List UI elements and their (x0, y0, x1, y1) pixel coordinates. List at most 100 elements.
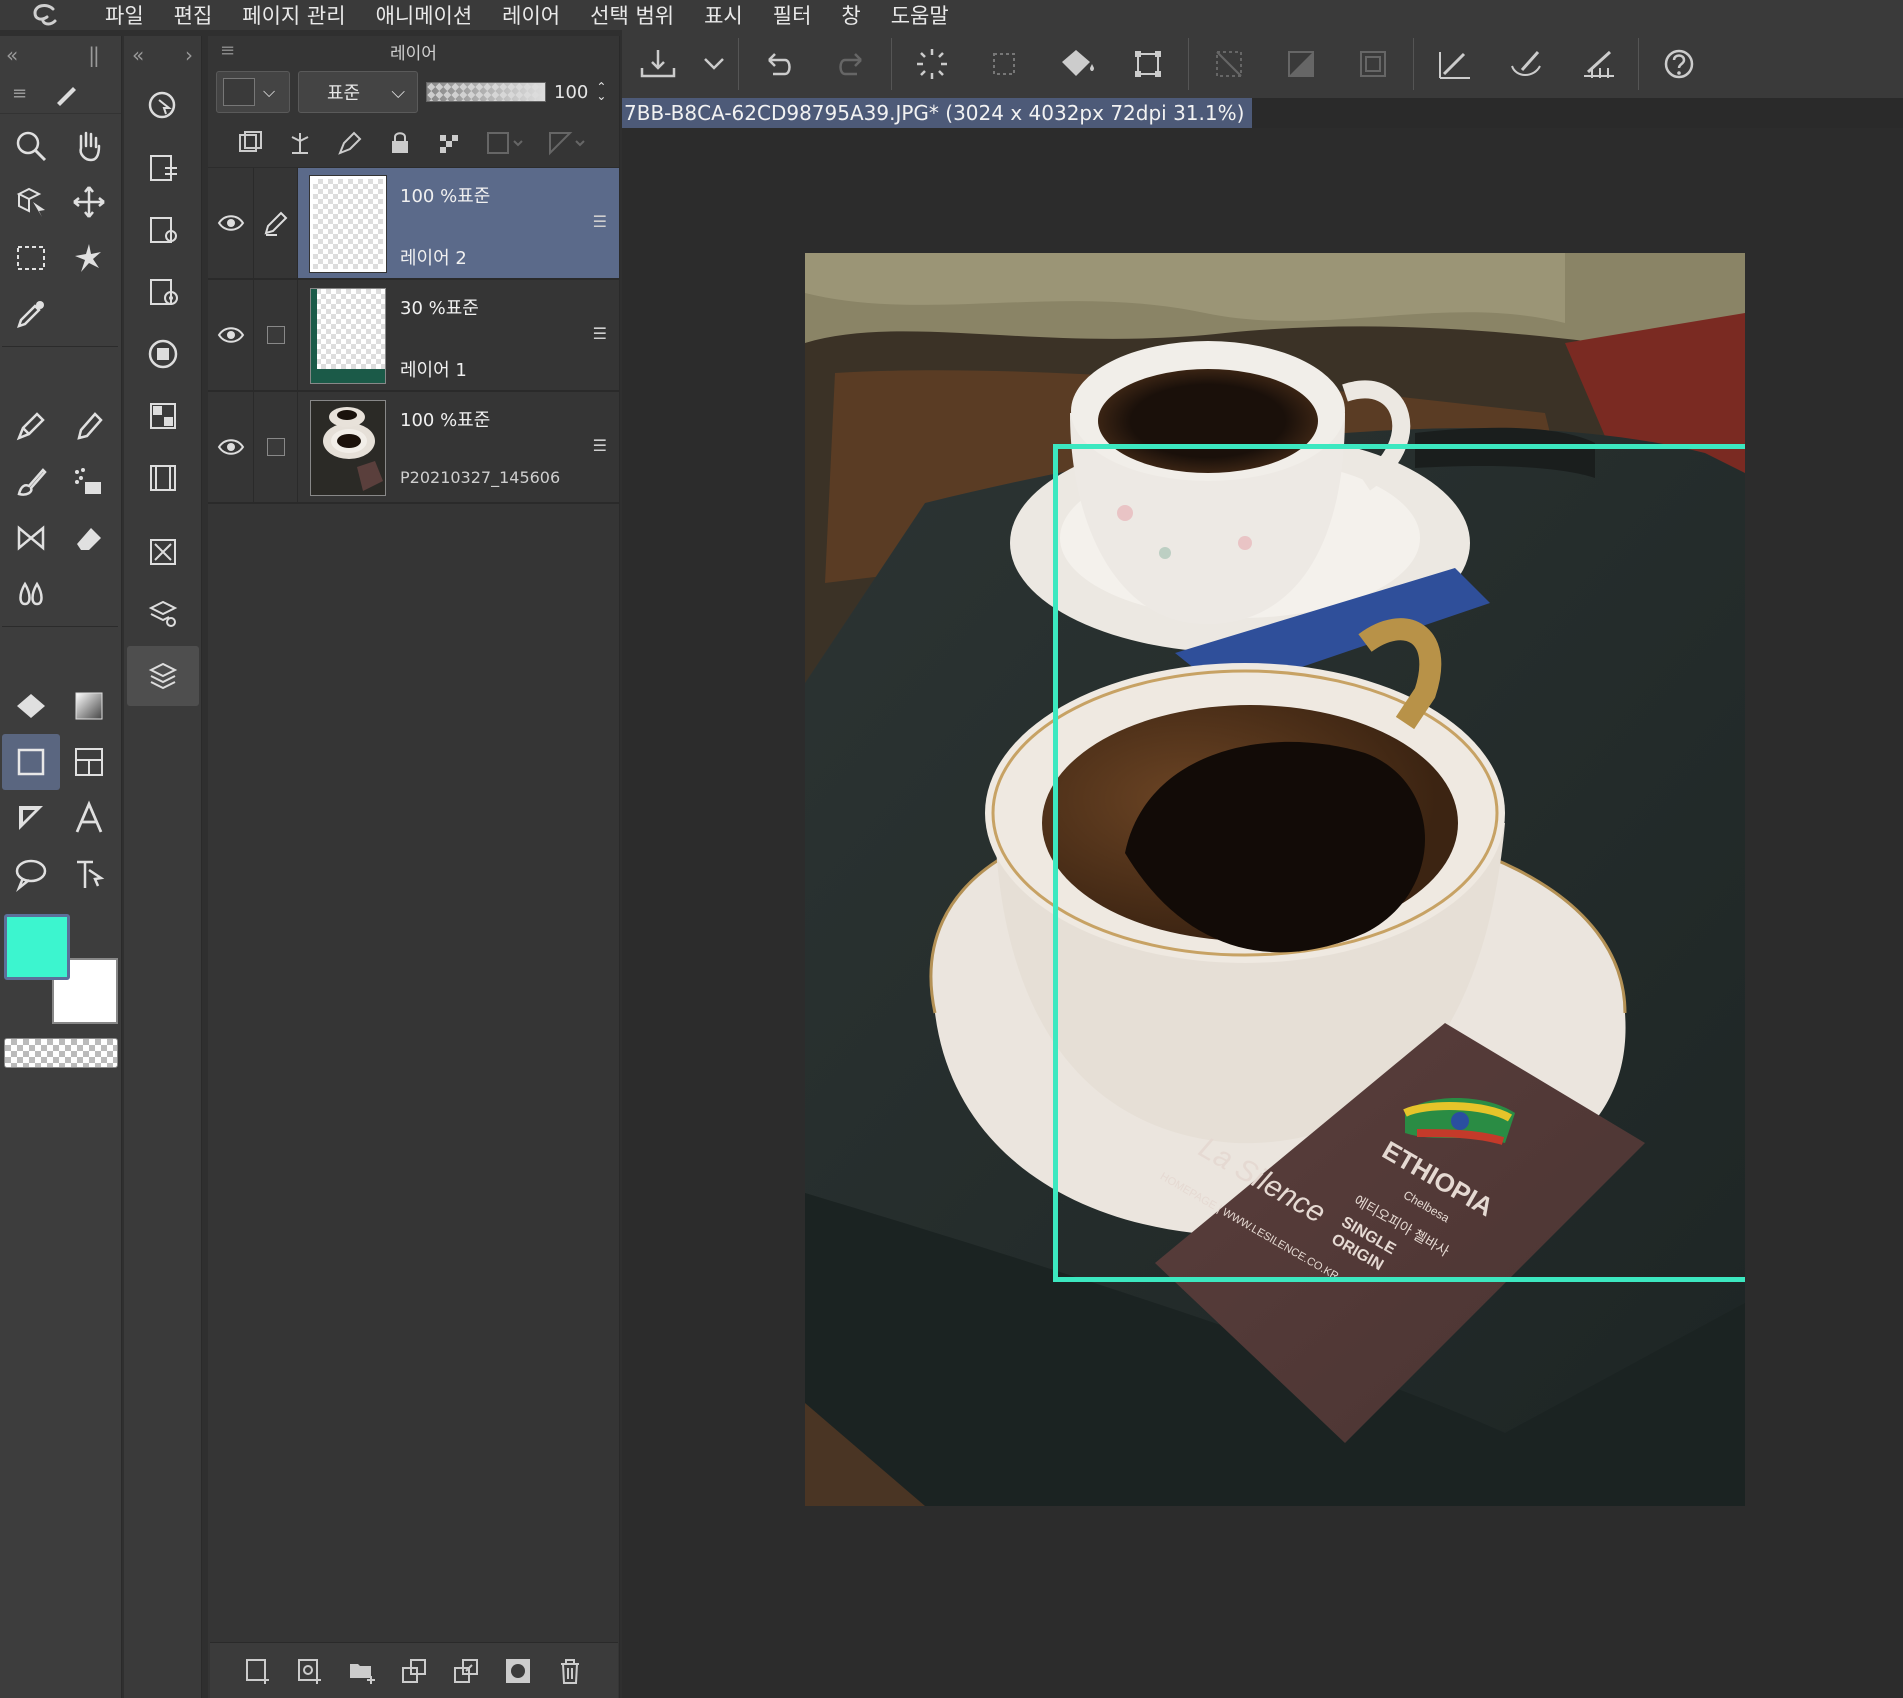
animation-timeline-icon[interactable] (127, 448, 199, 508)
pen-tool-icon[interactable] (2, 398, 60, 454)
expand-dock-icon[interactable]: › (185, 43, 193, 67)
visibility-toggle[interactable] (208, 392, 254, 502)
clear-outside-icon[interactable] (1193, 34, 1265, 94)
app-logo-icon[interactable] (0, 0, 90, 30)
ruler-tool-icon[interactable] (2, 790, 60, 846)
panel-menu-icon[interactable]: ≡ (220, 40, 235, 61)
snap-special-ruler-icon[interactable] (1490, 34, 1562, 94)
export-icon[interactable] (622, 34, 694, 94)
menu-lines-icon[interactable]: ≡ (12, 83, 27, 104)
layer-info[interactable]: 30 %표준 레이어 1 ☰ (298, 280, 619, 390)
transparent-color-swatch[interactable] (4, 1038, 118, 1068)
new-folder-icon[interactable] (347, 1656, 377, 1686)
palette-grip-icon[interactable]: || (88, 43, 100, 67)
layer-search-icon[interactable] (127, 584, 199, 644)
correct-line-tool-icon[interactable] (60, 846, 118, 902)
gradient-tool-icon[interactable] (60, 678, 118, 734)
material-icon[interactable] (127, 522, 199, 582)
deselect-icon[interactable] (968, 34, 1040, 94)
main-color-swatch[interactable] (4, 914, 70, 980)
mask-enable-icon[interactable] (486, 129, 526, 157)
delete-layer-icon[interactable] (555, 1656, 585, 1686)
layer-info[interactable]: 100 %표준 레이어 2 ☰ (298, 168, 619, 278)
new-raster-layer-icon[interactable] (243, 1656, 273, 1686)
lock-transparent-icon[interactable] (436, 129, 464, 157)
pencil-tool-icon[interactable] (60, 398, 118, 454)
opacity-value[interactable]: 100 (554, 82, 588, 103)
layer-menu-icon[interactable]: ☰ (593, 324, 607, 343)
create-mask-icon[interactable] (503, 1656, 533, 1686)
layer-menu-icon[interactable]: ☰ (593, 212, 607, 231)
menu-view[interactable]: 표시 (689, 0, 758, 30)
menu-page[interactable]: 페이지 관리 (227, 0, 360, 30)
visibility-toggle[interactable] (208, 168, 254, 278)
hand-tool-icon[interactable] (60, 118, 118, 174)
tool-property-icon[interactable] (127, 200, 199, 260)
opacity-stepper-icon[interactable]: ⌃ ⌄ (596, 81, 606, 102)
redo-icon[interactable] (815, 34, 887, 94)
visibility-toggle[interactable] (208, 280, 254, 390)
menu-filter[interactable]: 필터 (758, 0, 827, 30)
undo-icon[interactable] (743, 34, 815, 94)
layer-color-dropdown[interactable]: ⌵ (216, 71, 290, 113)
opacity-slider[interactable] (426, 82, 546, 102)
edit-target-toggle[interactable] (254, 168, 298, 278)
edit-target-toggle[interactable] (254, 392, 298, 502)
chevron-down-icon[interactable] (694, 34, 734, 94)
lock-layer-icon[interactable] (386, 129, 414, 157)
menu-edit[interactable]: 편집 (159, 0, 228, 30)
menu-window[interactable]: 창 (826, 0, 875, 30)
blend-mode-dropdown[interactable]: 표준 ⌵ (298, 71, 418, 113)
sub-view-icon[interactable] (127, 262, 199, 322)
menu-layer[interactable]: 레이어 (487, 0, 575, 30)
edit-target-toggle[interactable] (254, 280, 298, 390)
menu-help[interactable]: 도움말 (876, 0, 964, 30)
new-vector-layer-icon[interactable] (295, 1656, 325, 1686)
clip-to-layer-below-icon[interactable] (236, 129, 264, 157)
layer-palette-icon[interactable] (127, 646, 199, 706)
layer-row[interactable]: 100 %표준 레이어 2 ☰ (208, 168, 619, 280)
menu-selection[interactable]: 선택 범위 (575, 0, 689, 30)
reference-layer-icon[interactable] (286, 129, 314, 157)
color-set-icon[interactable] (127, 386, 199, 446)
figure-tool-icon[interactable] (2, 734, 60, 790)
combine-to-layer-below-icon[interactable] (451, 1656, 481, 1686)
decoration-tool-icon[interactable] (2, 510, 60, 566)
zoom-tool-icon[interactable] (2, 118, 60, 174)
transform-icon[interactable] (1112, 34, 1184, 94)
sub-tool-tab-icon[interactable] (53, 81, 79, 107)
loading-spinner-icon[interactable] (896, 34, 968, 94)
snap-ruler-icon[interactable] (1418, 34, 1490, 94)
frame-border-tool-icon[interactable] (60, 734, 118, 790)
help-assistant-icon[interactable] (1643, 34, 1715, 94)
eyedropper-tool-icon[interactable] (2, 286, 60, 342)
fill-command-icon[interactable] (1040, 34, 1112, 94)
draft-layer-icon[interactable] (336, 129, 364, 157)
document-tab[interactable]: 7BB-B8CA-62CD98795A39.JPG* (3024 x 4032p… (622, 98, 1252, 128)
magic-wand-icon[interactable] (60, 230, 118, 286)
crop-selection-icon[interactable] (1265, 34, 1337, 94)
balloon-tool-icon[interactable] (2, 846, 60, 902)
brush-tool-icon[interactable] (2, 454, 60, 510)
fill-tool-icon[interactable] (2, 678, 60, 734)
blend-tool-icon[interactable] (2, 566, 60, 622)
eraser-tool-icon[interactable] (60, 510, 118, 566)
invert-selection-icon[interactable] (1337, 34, 1409, 94)
layer-row[interactable]: 30 %표준 레이어 1 ☰ (208, 280, 619, 392)
color-wheel-icon[interactable] (127, 324, 199, 384)
collapse-left-icon[interactable]: « (6, 43, 18, 67)
canvas-photo[interactable]: ETHIOPIA Chelbesa 에티오피아 첼바사 La Silence H… (805, 253, 1745, 1506)
selection-rectangle[interactable] (1053, 444, 1745, 1282)
airbrush-tool-icon[interactable] (60, 454, 118, 510)
menu-file[interactable]: 파일 (90, 0, 159, 30)
transfer-to-lower-layer-icon[interactable] (399, 1656, 429, 1686)
collapse-dock-icon[interactable]: « (132, 43, 144, 67)
object-tool-icon[interactable] (2, 174, 60, 230)
text-tool-icon[interactable] (60, 790, 118, 846)
marquee-tool-icon[interactable] (2, 230, 60, 286)
canvas-area[interactable]: ETHIOPIA Chelbesa 에티오피아 첼바사 La Silence H… (622, 128, 1903, 1698)
ruler-range-icon[interactable] (548, 129, 588, 157)
layer-property-icon[interactable] (127, 138, 199, 198)
navigator-icon[interactable] (127, 76, 199, 136)
layer-row[interactable]: 100 %표준 P20210327_14560635 ☰ (208, 392, 619, 504)
